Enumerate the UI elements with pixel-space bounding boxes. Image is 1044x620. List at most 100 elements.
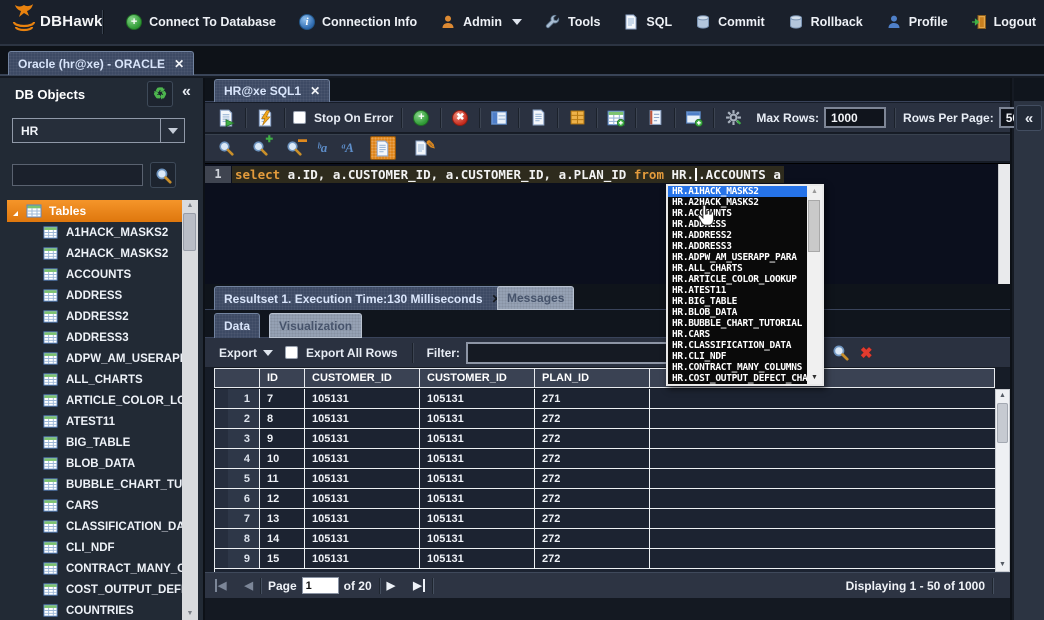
scroll-down-icon[interactable]: ▼ xyxy=(182,608,198,620)
autocomplete-item[interactable]: HR.ADDRESS3 xyxy=(668,241,807,252)
editor-scrollbar[interactable] xyxy=(998,164,1010,285)
menu-tools[interactable]: Tools xyxy=(545,14,600,30)
sidebar-table-item[interactable]: ADPW_AM_USERAPP_P xyxy=(7,348,182,369)
scrollbar-thumb[interactable] xyxy=(183,213,196,251)
scroll-up-icon[interactable]: ▲ xyxy=(996,390,1009,402)
autocomplete-scrollbar[interactable]: ▲ ▼ xyxy=(807,186,822,384)
scrollbar-thumb[interactable] xyxy=(808,200,820,252)
tree-node-tables[interactable]: Tables xyxy=(7,200,182,222)
sidebar-table-item[interactable]: CARS xyxy=(7,495,182,516)
new-window-button[interactable] xyxy=(683,107,705,129)
table-row[interactable]: 6 12 105131 105131 272 xyxy=(215,489,995,509)
first-page-button[interactable]: ◀ xyxy=(215,579,226,592)
schema-select[interactable]: HR xyxy=(12,118,185,143)
messages-tab[interactable]: Messages xyxy=(497,286,574,310)
data-tab[interactable]: Data xyxy=(214,313,260,338)
table-row[interactable]: 7 13 105131 105131 272 xyxy=(215,509,995,529)
sidebar-table-item[interactable]: ARTICLE_COLOR_LOO xyxy=(7,390,182,411)
menu-rollback[interactable]: Rollback xyxy=(788,14,863,30)
scrollbar-thumb[interactable] xyxy=(997,403,1008,443)
column-header-customer-id-2[interactable]: CUSTOMER_ID xyxy=(420,369,535,387)
close-icon[interactable]: ✕ xyxy=(310,84,320,98)
autocomplete-item[interactable]: HR.ARTICLE_COLOR_LOOKUP xyxy=(668,274,807,285)
autocomplete-item[interactable]: HR.A2HACK_MASKS2 xyxy=(668,197,807,208)
sql-history-button[interactable] xyxy=(644,107,666,129)
autocomplete-item[interactable]: HR.BUBBLE_CHART_TUTORIAL xyxy=(668,318,807,329)
column-header-customer-id[interactable]: CUSTOMER_ID xyxy=(305,369,420,387)
sidebar-table-item[interactable]: ATEST11 xyxy=(7,411,182,432)
object-search-input[interactable] xyxy=(12,164,143,186)
table-row[interactable]: 1 7 105131 105131 271 xyxy=(215,389,995,409)
settings-button[interactable] xyxy=(722,107,744,129)
menu-profile[interactable]: Profile xyxy=(886,14,948,30)
menu-connect-to-database[interactable]: + Connect To Database xyxy=(126,14,276,30)
to-uppercase-button[interactable]: ᵃA xyxy=(341,140,354,156)
autocomplete-item[interactable]: HR.ATEST11 xyxy=(668,285,807,296)
autocomplete-item[interactable]: HR.COST_OUTPUT_DEFECT_CHA xyxy=(668,373,807,384)
connection-tab-oracle[interactable]: Oracle (hr@xe) - ORACLE ✕ xyxy=(8,51,194,75)
sidebar-table-item[interactable]: ALL_CHARTS xyxy=(7,369,182,390)
table-row[interactable]: 5 11 105131 105131 272 xyxy=(215,469,995,489)
new-document-button[interactable] xyxy=(527,107,549,129)
prev-page-button[interactable]: ◀ xyxy=(244,579,252,592)
autocomplete-item[interactable]: HR.ALL_CHARTS xyxy=(668,263,807,274)
sidebar-table-item[interactable]: ADDRESS2 xyxy=(7,306,182,327)
sql-editor-tab[interactable]: HR@xe SQL1 ✕ xyxy=(214,79,330,102)
scroll-up-icon[interactable]: ▲ xyxy=(182,200,198,212)
sidebar-table-item[interactable]: ADDRESS3 xyxy=(7,327,182,348)
table-row[interactable]: 2 8 105131 105131 272 xyxy=(215,409,995,429)
menu-sql[interactable]: SQL xyxy=(623,14,672,30)
column-header-plan-id[interactable]: PLAN_ID xyxy=(535,369,650,387)
sidebar-table-item[interactable]: ACCOUNTS xyxy=(7,264,182,285)
to-lowercase-button[interactable]: ᵇa xyxy=(317,140,327,156)
export-dropdown[interactable]: Export xyxy=(219,346,257,360)
table-row[interactable]: 3 9 105131 105131 272 xyxy=(215,429,995,449)
sidebar-table-item[interactable]: A2HACK_MASKS2 xyxy=(7,243,182,264)
sidebar-table-item[interactable]: BLOB_DATA xyxy=(7,453,182,474)
menu-logout[interactable]: Logout xyxy=(971,14,1036,30)
autocomplete-item[interactable]: HR.BIG_TABLE xyxy=(668,296,807,307)
sidebar-table-item[interactable]: BUBBLE_CHART_TUTO xyxy=(7,474,182,495)
create-table-button[interactable] xyxy=(605,107,627,129)
execute-script-button[interactable] xyxy=(254,107,276,129)
sidebar-scrollbar[interactable]: ▲ ▼ xyxy=(182,200,198,620)
autocomplete-item[interactable]: HR.ACCOUNTS xyxy=(668,208,807,219)
table-row[interactable]: 4 10 105131 105131 272 xyxy=(215,449,995,469)
autocomplete-item[interactable]: HR.CONTRACT_MANY_COLUMNS xyxy=(668,362,807,373)
scroll-up-icon[interactable]: ▲ xyxy=(807,186,822,198)
sidebar-table-item[interactable]: COUNTRIES xyxy=(7,600,182,620)
menu-commit[interactable]: Commit xyxy=(695,14,765,30)
execute-sql-button[interactable] xyxy=(215,107,237,129)
sidebar-collapse-button[interactable]: « xyxy=(182,83,191,101)
menu-connection-info[interactable]: i Connection Info xyxy=(299,14,417,30)
grid-scrollbar[interactable]: ▲ ▼ xyxy=(995,389,1010,572)
stop-on-error-checkbox[interactable] xyxy=(293,111,306,124)
next-page-button[interactable]: ▶ xyxy=(387,579,395,592)
autocomplete-item[interactable]: HR.BLOB_DATA xyxy=(668,307,807,318)
export-excel-button[interactable] xyxy=(566,107,588,129)
scroll-down-icon[interactable]: ▼ xyxy=(807,372,822,384)
autocomplete-item[interactable]: HR.CLI_NDF xyxy=(668,351,807,362)
sidebar-table-item[interactable]: CLI_NDF xyxy=(7,537,182,558)
right-panel-collapse-button[interactable]: « xyxy=(1016,105,1042,131)
sidebar-table-item[interactable]: ADDRESS xyxy=(7,285,182,306)
object-search-button[interactable] xyxy=(150,162,176,188)
format-sql-button[interactable] xyxy=(370,136,396,160)
table-row[interactable]: 8 14 105131 105131 272 xyxy=(215,529,995,549)
autocomplete-item[interactable]: HR.ADPW_AM_USERAPP_PARA xyxy=(668,252,807,263)
resultset-tab[interactable]: Resultset 1. Execution Time:130 Millisec… xyxy=(214,286,512,310)
page-number-input[interactable] xyxy=(302,577,339,594)
sidebar-table-item[interactable]: COST_OUTPUT_DEFEC xyxy=(7,579,182,600)
sidebar-table-item[interactable]: CONTRACT_MANY_CO xyxy=(7,558,182,579)
cancel-query-button[interactable]: ✖ xyxy=(449,107,471,129)
autocomplete-item[interactable]: HR.A1HACK_MASKS2 xyxy=(668,186,807,197)
autocomplete-item[interactable]: HR.CARS xyxy=(668,329,807,340)
close-icon[interactable]: ✕ xyxy=(174,57,184,71)
apply-filter-button[interactable] xyxy=(830,342,852,364)
visualization-tab[interactable]: Visualization xyxy=(269,313,362,338)
chevron-down-icon[interactable] xyxy=(263,350,273,356)
find-button[interactable] xyxy=(215,137,237,159)
sidebar-table-item[interactable]: CLASSIFICATION_DATA xyxy=(7,516,182,537)
autocomplete-item[interactable]: HR.ADDRESS2 xyxy=(668,230,807,241)
zoom-out-button[interactable]: ▬ xyxy=(283,137,305,159)
